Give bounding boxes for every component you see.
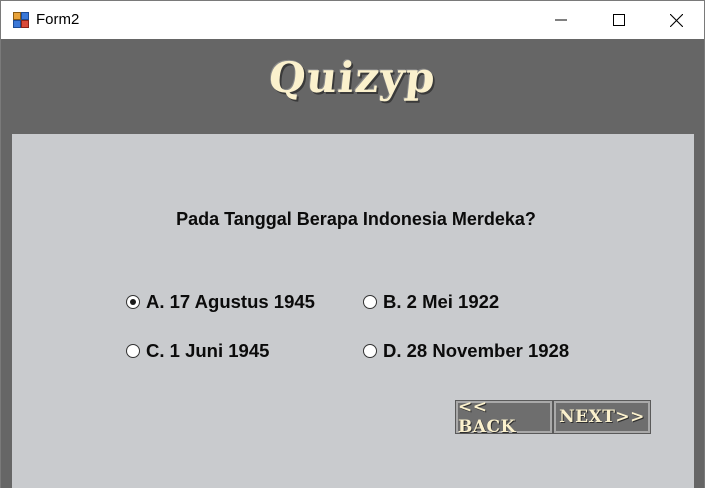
option-b-label: B. 2 Mei 1922	[383, 291, 500, 312]
quiz-window: Form2 Quizyp Pada Tanggal Berapa Indones…	[0, 0, 705, 488]
title-bar[interactable]: Form2	[1, 1, 704, 39]
option-a-label: A. 17 Agustus 1945	[146, 291, 315, 312]
question-text: Pada Tanggal Berapa Indonesia Merdeka?	[176, 209, 536, 229]
close-button[interactable]	[647, 1, 704, 39]
option-c-label: C. 1 Juni 1945	[146, 340, 270, 361]
next-button-label: NEXT>>	[559, 407, 645, 427]
radio-unchecked-icon	[126, 344, 140, 358]
option-c-radio[interactable]: C. 1 Juni 1945	[126, 340, 269, 362]
radio-unchecked-icon	[363, 344, 377, 358]
window-title: Form2	[36, 11, 80, 28]
option-b-radio[interactable]: B. 2 Mei 1922	[363, 291, 499, 313]
close-icon	[669, 13, 683, 27]
radio-checked-icon	[126, 295, 140, 309]
next-button[interactable]: NEXT>>	[553, 400, 651, 434]
back-button[interactable]: << BACK	[455, 397, 553, 437]
radio-unchecked-icon	[363, 295, 377, 309]
option-a-radio[interactable]: A. 17 Agustus 1945	[126, 291, 315, 313]
minimize-button[interactable]	[532, 1, 590, 39]
quizyp-logo: Quizyp	[266, 53, 439, 102]
back-button-label: << BACK	[458, 397, 516, 437]
form-app-icon	[13, 12, 29, 28]
option-d-radio[interactable]: D. 28 November 1928	[363, 340, 569, 362]
maximize-button[interactable]	[590, 1, 648, 39]
question-panel: Pada Tanggal Berapa Indonesia Merdeka? A…	[12, 134, 694, 488]
option-d-label: D. 28 November 1928	[383, 340, 570, 361]
minimize-icon	[555, 19, 567, 21]
maximize-icon	[613, 14, 625, 26]
